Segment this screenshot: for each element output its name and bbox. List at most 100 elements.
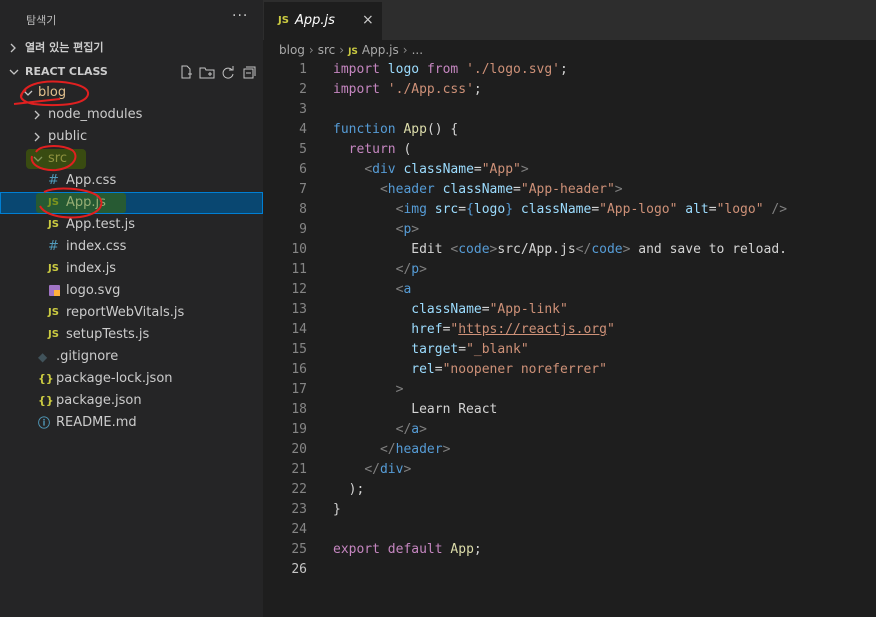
line-number: 2 xyxy=(299,82,307,97)
code-line[interactable]: 6 <div className="App"> xyxy=(263,160,876,180)
tree-item-src[interactable]: src xyxy=(0,148,263,170)
code-token: href xyxy=(411,322,443,337)
code-token: > xyxy=(419,422,427,437)
code-line[interactable]: 13 className="App-link" xyxy=(263,300,876,320)
code-line[interactable]: 12 <a xyxy=(263,280,876,300)
new-file-icon[interactable] xyxy=(178,64,194,80)
code-line[interactable]: 19 </a> xyxy=(263,420,876,440)
code-line[interactable]: 20 </header> xyxy=(263,440,876,460)
line-number: 9 xyxy=(299,222,307,237)
code-line[interactable]: 25 export default App; xyxy=(263,540,876,560)
code-line[interactable]: 1 import logo from './logo.svg'; xyxy=(263,60,876,80)
code-token: './App.css' xyxy=(387,82,474,97)
code-line[interactable]: 16 rel="noopener noreferrer" xyxy=(263,360,876,380)
line-number: 8 xyxy=(299,202,307,217)
breadcrumb-file[interactable]: App.js xyxy=(362,43,399,57)
file-name: .gitignore xyxy=(56,349,119,364)
code-text: > xyxy=(333,380,404,400)
code-line[interactable]: 10 Edit <code>src/App.js</code> and save… xyxy=(263,240,876,260)
code-token: p xyxy=(411,262,420,277)
code-token: import xyxy=(333,62,380,77)
code-text: import './App.css'; xyxy=(333,80,482,100)
code-line[interactable]: 14 href="https://reactjs.org" xyxy=(263,320,876,340)
line-number: 25 xyxy=(291,542,307,557)
open-editors-section[interactable]: 열려 있는 편집기 xyxy=(0,37,263,59)
close-icon[interactable]: × xyxy=(362,12,374,28)
code-line[interactable]: 23} xyxy=(263,500,876,520)
code-line[interactable]: 2 import './App.css'; xyxy=(263,80,876,100)
tree-item-logo-svg[interactable]: logo.svg xyxy=(0,280,263,302)
code-line[interactable]: 5 return ( xyxy=(263,140,876,160)
js-file-icon: JS xyxy=(48,307,59,318)
breadcrumb-blog[interactable]: blog xyxy=(279,43,305,57)
code-line[interactable]: 22 ); xyxy=(263,480,876,500)
tree-item-app-js[interactable]: JS App.js xyxy=(0,192,263,214)
code-line[interactable]: 8 <img src={logo} className="App-logo" a… xyxy=(263,200,876,220)
code-token: return xyxy=(348,142,396,157)
code-token: default xyxy=(387,542,443,557)
code-token: a xyxy=(403,282,412,297)
tree-item-index-js[interactable]: JS index.js xyxy=(0,258,263,280)
code-line[interactable]: 21 </div> xyxy=(263,460,876,480)
folder-name: src xyxy=(48,151,67,166)
workspace-section[interactable]: REACT CLASS xyxy=(0,61,263,83)
code-line[interactable]: 24 xyxy=(263,520,876,540)
code-token: App xyxy=(403,122,427,137)
refresh-icon[interactable] xyxy=(220,64,236,80)
code-token: target xyxy=(411,342,459,357)
file-name: App.js xyxy=(66,195,106,210)
code-text: className="App-link" xyxy=(333,300,568,320)
tree-item-app-css[interactable]: # App.css xyxy=(0,170,263,192)
breadcrumb-src[interactable]: src xyxy=(318,43,336,57)
folder-name: blog xyxy=(38,85,67,100)
code-line[interactable]: 4 function App() { xyxy=(263,120,876,140)
code-token: > xyxy=(442,442,451,457)
more-actions-icon[interactable]: ··· xyxy=(232,8,248,24)
code-line[interactable]: 9 <p> xyxy=(263,220,876,240)
code-line[interactable]: 18 Learn React xyxy=(263,400,876,420)
code-editor[interactable]: 1 import logo from './logo.svg'; 2 import '… xyxy=(263,60,876,580)
chevron-right-icon: › xyxy=(339,43,345,57)
tree-item-setuptests-js[interactable]: JS setupTests.js xyxy=(0,324,263,346)
tree-item-node-modules[interactable]: node_modules xyxy=(0,104,263,126)
tree-item-package-json[interactable]: {} package.json xyxy=(0,390,263,412)
line-number: 15 xyxy=(291,342,307,357)
code-line[interactable]: 15 target="_blank" xyxy=(263,340,876,360)
code-token: rel xyxy=(411,362,435,377)
tree-item-package-lock-json[interactable]: {} package-lock.json xyxy=(0,368,263,390)
code-line[interactable]: 11 </p> xyxy=(263,260,876,280)
tree-item-reportwebvitals-js[interactable]: JS reportWebVitals.js xyxy=(0,302,263,324)
tree-item-gitignore[interactable]: ◆ .gitignore xyxy=(0,346,263,368)
code-line[interactable]: 7 <header className="App-header"> xyxy=(263,180,876,200)
js-file-icon: JS xyxy=(348,47,358,57)
code-token: < xyxy=(364,162,373,177)
tree-item-blog[interactable]: blog xyxy=(0,82,263,104)
tab-app-js[interactable]: JS App.js × xyxy=(264,2,382,40)
tree-item-public[interactable]: public xyxy=(0,126,263,148)
code-text: <p> xyxy=(333,220,419,240)
code-token: "_blank" xyxy=(466,342,529,357)
breadcrumb-symbols[interactable]: ... xyxy=(412,43,423,57)
tree-item-app-test-js[interactable]: JS App.test.js xyxy=(0,214,263,236)
code-line[interactable]: 3 xyxy=(263,100,876,120)
line-number: 20 xyxy=(291,442,307,457)
code-line[interactable]: 17 > xyxy=(263,380,876,400)
new-folder-icon[interactable] xyxy=(199,64,215,80)
line-number: 14 xyxy=(291,322,307,337)
code-token: header xyxy=(395,442,443,457)
code-token: ( xyxy=(395,142,412,157)
code-text: href="https://reactjs.org" xyxy=(333,320,615,340)
tree-item-index-css[interactable]: # index.css xyxy=(0,236,263,258)
js-file-icon: JS xyxy=(48,197,59,208)
code-line[interactable]: 26 xyxy=(263,560,876,580)
code-text: <a xyxy=(333,280,412,300)
tree-item-readme-md[interactable]: ⓘ README.md xyxy=(0,412,263,434)
code-token: logo xyxy=(387,62,420,77)
collapse-all-icon[interactable] xyxy=(241,64,257,80)
